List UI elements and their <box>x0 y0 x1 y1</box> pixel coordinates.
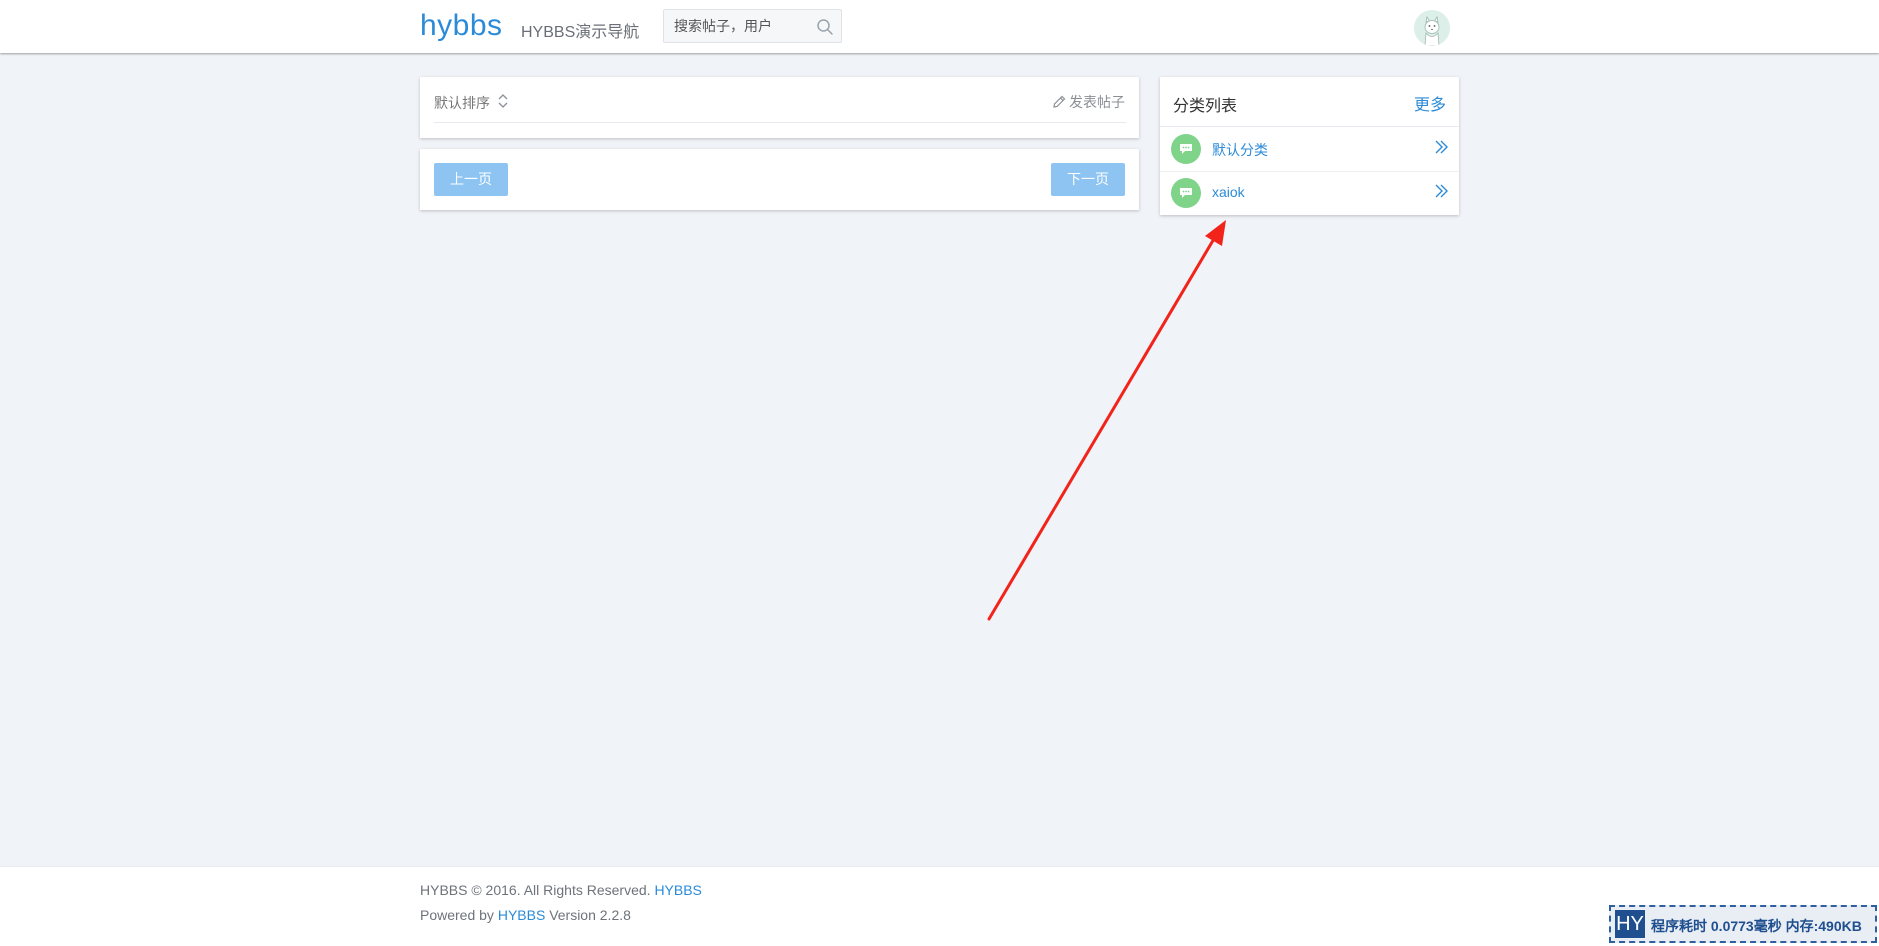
more-categories-link[interactable]: 更多 <box>1414 91 1446 115</box>
sort-dropdown[interactable]: 默认排序 <box>434 93 490 113</box>
next-page-button[interactable]: 下一页 <box>1051 163 1125 196</box>
chat-bubble-icon <box>1171 134 1201 164</box>
avatar-image <box>1414 10 1450 46</box>
search-input[interactable] <box>674 16 814 36</box>
category-name[interactable]: xaiok <box>1212 184 1245 200</box>
pagination-card: 上一页 下一页 <box>420 149 1139 210</box>
copyright-text: HYBBS © 2016. All Rights Reserved. <box>420 882 651 898</box>
powered-by-text: Powered by <box>420 907 494 923</box>
nav-link-demo[interactable]: HYBBS演示导航 <box>521 18 639 42</box>
divider <box>434 122 1126 123</box>
sort-icon[interactable] <box>495 92 511 110</box>
search-icon[interactable] <box>816 18 834 36</box>
category-name[interactable]: 默认分类 <box>1212 140 1268 160</box>
new-post-label: 发表帖子 <box>1069 94 1125 110</box>
site-logo[interactable]: hybbs <box>420 9 503 43</box>
prev-page-button[interactable]: 上一页 <box>434 163 508 196</box>
hy-logo: HY <box>1615 910 1645 938</box>
footer-hybbs-link[interactable]: HYBBS <box>654 882 701 898</box>
debug-stats: 程序耗时 0.0773毫秒 内存:490KB <box>1651 918 1862 934</box>
double-chevron-right-icon[interactable] <box>1433 139 1449 155</box>
footer-copyright: HYBBS © 2016. All Rights Reserved. HYBBS <box>420 882 702 898</box>
chat-bubble-icon <box>1171 178 1201 208</box>
category-list-title: 分类列表 <box>1173 98 1238 115</box>
search-box <box>663 9 842 43</box>
double-chevron-right-icon[interactable] <box>1433 183 1449 199</box>
footer-powered-by: Powered by HYBBS Version 2.2.8 <box>420 907 631 923</box>
pencil-icon <box>1053 95 1066 108</box>
category-item-default[interactable]: 默认分类 <box>1160 127 1459 172</box>
new-post-button[interactable]: 发表帖子 <box>1052 92 1125 112</box>
category-item-xaiok[interactable]: xaiok <box>1160 171 1459 215</box>
thread-list-card: 默认排序 发表帖子 <box>420 77 1139 138</box>
footer: HYBBS © 2016. All Rights Reserved. HYBBS… <box>0 866 1879 946</box>
user-avatar[interactable] <box>1414 10 1450 46</box>
top-navbar: hybbs HYBBS演示导航 <box>0 0 1879 53</box>
powered-by-link[interactable]: HYBBS <box>498 907 545 923</box>
category-list-panel: 分类列表 更多 默认分类 xaiok <box>1160 77 1459 215</box>
annotation-arrow <box>987 220 1226 621</box>
version-text: Version 2.2.8 <box>549 907 631 923</box>
debug-info-badge: HY 程序耗时 0.0773毫秒 内存:490KB <box>1609 905 1877 943</box>
